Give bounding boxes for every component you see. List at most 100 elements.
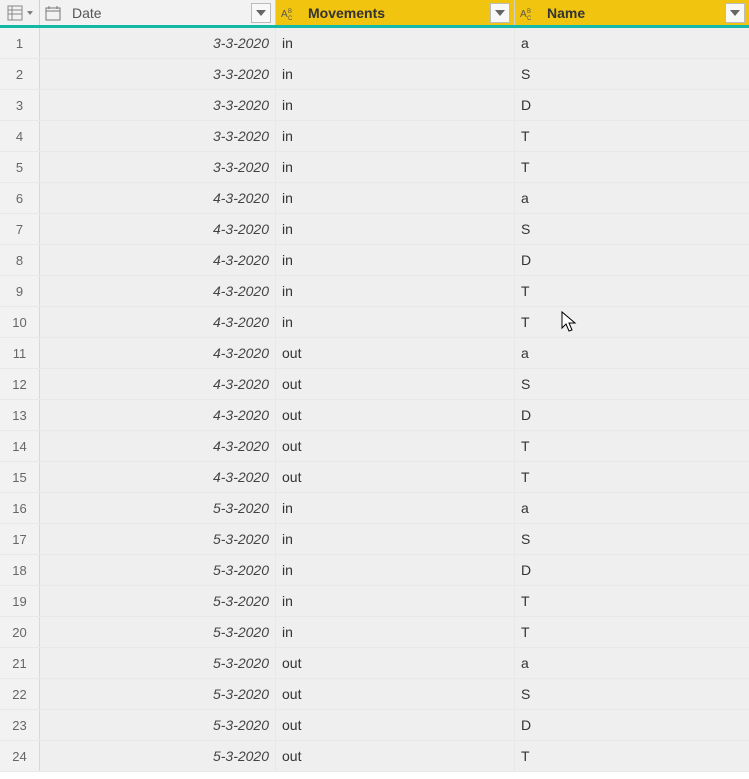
cell-date[interactable]: 5-3-2020 [40, 555, 276, 585]
table-row[interactable]: 134-3-2020outD [0, 400, 749, 431]
cell-movements[interactable]: out [276, 369, 515, 399]
cell-date[interactable]: 3-3-2020 [40, 121, 276, 151]
table-row[interactable]: 185-3-2020inD [0, 555, 749, 586]
cell-movements[interactable]: in [276, 90, 515, 120]
cell-name[interactable]: T [515, 617, 749, 647]
cell-movements[interactable]: in [276, 276, 515, 306]
cell-date[interactable]: 5-3-2020 [40, 524, 276, 554]
column-header-movements[interactable]: ABC Movements [276, 0, 515, 25]
row-number[interactable]: 12 [0, 369, 40, 399]
row-number[interactable]: 2 [0, 59, 40, 89]
row-number[interactable]: 8 [0, 245, 40, 275]
table-row[interactable]: 205-3-2020inT [0, 617, 749, 648]
cell-name[interactable]: a [515, 28, 749, 58]
row-number[interactable]: 13 [0, 400, 40, 430]
cell-movements[interactable]: in [276, 524, 515, 554]
table-row[interactable]: 124-3-2020outS [0, 369, 749, 400]
cell-movements[interactable]: in [276, 59, 515, 89]
row-number[interactable]: 19 [0, 586, 40, 616]
table-row[interactable]: 23-3-2020inS [0, 59, 749, 90]
table-row[interactable]: 215-3-2020outa [0, 648, 749, 679]
row-number[interactable]: 3 [0, 90, 40, 120]
cell-movements[interactable]: out [276, 710, 515, 740]
cell-date[interactable]: 3-3-2020 [40, 59, 276, 89]
table-row[interactable]: 43-3-2020inT [0, 121, 749, 152]
cell-date[interactable]: 5-3-2020 [40, 648, 276, 678]
cell-name[interactable]: T [515, 586, 749, 616]
cell-movements[interactable]: in [276, 245, 515, 275]
cell-movements[interactable]: out [276, 338, 515, 368]
cell-date[interactable]: 4-3-2020 [40, 462, 276, 492]
cell-name[interactable]: T [515, 307, 749, 337]
cell-name[interactable]: D [515, 555, 749, 585]
cell-name[interactable]: S [515, 524, 749, 554]
table-row[interactable]: 235-3-2020outD [0, 710, 749, 741]
cell-name[interactable]: a [515, 183, 749, 213]
cell-date[interactable]: 4-3-2020 [40, 431, 276, 461]
table-row[interactable]: 74-3-2020inS [0, 214, 749, 245]
cell-name[interactable]: D [515, 245, 749, 275]
cell-movements[interactable]: out [276, 400, 515, 430]
row-number[interactable]: 23 [0, 710, 40, 740]
table-row[interactable]: 175-3-2020inS [0, 524, 749, 555]
select-all-corner[interactable] [0, 0, 40, 25]
table-row[interactable]: 13-3-2020ina [0, 28, 749, 59]
table-row[interactable]: 195-3-2020inT [0, 586, 749, 617]
cell-name[interactable]: T [515, 152, 749, 182]
cell-date[interactable]: 4-3-2020 [40, 307, 276, 337]
filter-button-movements[interactable] [490, 3, 510, 23]
table-row[interactable]: 144-3-2020outT [0, 431, 749, 462]
table-row[interactable]: 94-3-2020inT [0, 276, 749, 307]
cell-date[interactable]: 5-3-2020 [40, 710, 276, 740]
cell-movements[interactable]: in [276, 307, 515, 337]
row-number[interactable]: 16 [0, 493, 40, 523]
table-row[interactable]: 225-3-2020outS [0, 679, 749, 710]
cell-date[interactable]: 4-3-2020 [40, 183, 276, 213]
filter-button-date[interactable] [251, 3, 271, 23]
cell-movements[interactable]: in [276, 493, 515, 523]
cell-date[interactable]: 4-3-2020 [40, 214, 276, 244]
row-number[interactable]: 9 [0, 276, 40, 306]
cell-date[interactable]: 4-3-2020 [40, 400, 276, 430]
cell-name[interactable]: T [515, 121, 749, 151]
cell-movements[interactable]: in [276, 152, 515, 182]
row-number[interactable]: 4 [0, 121, 40, 151]
table-row[interactable]: 165-3-2020ina [0, 493, 749, 524]
cell-movements[interactable]: out [276, 431, 515, 461]
cell-movements[interactable]: out [276, 462, 515, 492]
cell-movements[interactable]: in [276, 121, 515, 151]
row-number[interactable]: 18 [0, 555, 40, 585]
cell-name[interactable]: a [515, 493, 749, 523]
cell-movements[interactable]: in [276, 586, 515, 616]
cell-name[interactable]: T [515, 431, 749, 461]
cell-movements[interactable]: in [276, 555, 515, 585]
cell-movements[interactable]: out [276, 741, 515, 771]
row-number[interactable]: 11 [0, 338, 40, 368]
row-number[interactable]: 22 [0, 679, 40, 709]
cell-movements[interactable]: in [276, 617, 515, 647]
filter-button-name[interactable] [725, 3, 745, 23]
table-row[interactable]: 245-3-2020outT [0, 741, 749, 772]
column-header-date[interactable]: Date [40, 0, 276, 25]
row-number[interactable]: 6 [0, 183, 40, 213]
cell-name[interactable]: a [515, 338, 749, 368]
cell-movements[interactable]: in [276, 214, 515, 244]
row-number[interactable]: 15 [0, 462, 40, 492]
cell-name[interactable]: D [515, 710, 749, 740]
cell-date[interactable]: 5-3-2020 [40, 679, 276, 709]
table-row[interactable]: 114-3-2020outa [0, 338, 749, 369]
cell-date[interactable]: 3-3-2020 [40, 90, 276, 120]
cell-name[interactable]: T [515, 741, 749, 771]
column-header-name[interactable]: ABC Name [515, 0, 749, 25]
cell-movements[interactable]: out [276, 679, 515, 709]
table-row[interactable]: 154-3-2020outT [0, 462, 749, 493]
cell-date[interactable]: 5-3-2020 [40, 617, 276, 647]
row-number[interactable]: 7 [0, 214, 40, 244]
cell-name[interactable]: a [515, 648, 749, 678]
cell-date[interactable]: 4-3-2020 [40, 338, 276, 368]
row-number[interactable]: 20 [0, 617, 40, 647]
row-number[interactable]: 14 [0, 431, 40, 461]
cell-movements[interactable]: out [276, 648, 515, 678]
cell-date[interactable]: 3-3-2020 [40, 28, 276, 58]
cell-name[interactable]: S [515, 369, 749, 399]
